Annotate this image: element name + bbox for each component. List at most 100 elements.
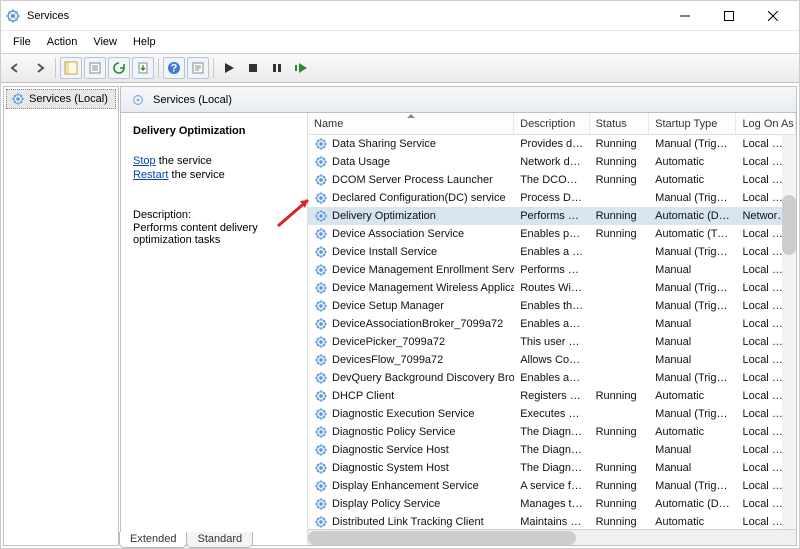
service-desc-cell: The Diagnos… [514, 444, 589, 456]
menubar: File Action View Help [1, 31, 799, 53]
table-row[interactable]: DCOM Server Process LauncherThe DCOML…Ru… [308, 171, 796, 189]
maximize-button[interactable] [707, 1, 751, 31]
column-log-on-as[interactable]: Log On As [736, 113, 796, 134]
table-row[interactable]: DeviceAssociationBroker_7099a72Enables a… [308, 315, 796, 333]
service-desc-cell: Process Decl… [514, 192, 589, 204]
horizontal-scrollbar[interactable] [308, 529, 796, 545]
gear-icon [314, 137, 328, 151]
table-row[interactable]: Device Setup ManagerEnables the …Manual … [308, 297, 796, 315]
refresh-button[interactable] [108, 57, 130, 79]
table-row[interactable]: Delivery OptimizationPerforms co…Running… [308, 207, 796, 225]
horizontal-scroll-thumb[interactable] [308, 531, 576, 545]
service-name-cell: Display Policy Service [308, 497, 514, 511]
service-startup-cell: Automatic [649, 174, 736, 186]
service-desc-cell: Executes dia… [514, 408, 589, 420]
service-status-cell: Running [590, 174, 650, 186]
restart-suffix: the service [168, 169, 224, 181]
table-row[interactable]: Device Association ServiceEnables pairi…… [308, 225, 796, 243]
sort-indicator-icon [407, 114, 415, 118]
table-row[interactable]: DevQuery Background Discovery BrokerEnab… [308, 369, 796, 387]
table-row[interactable]: Display Enhancement ServiceA service for… [308, 477, 796, 495]
service-desc-cell: Enables app… [514, 372, 589, 384]
minimize-button[interactable] [663, 1, 707, 31]
table-row[interactable]: Diagnostic Service HostThe Diagnos… Manua… [308, 441, 796, 459]
restart-link[interactable]: Restart [133, 169, 168, 181]
selected-service-name: Delivery Optimization [133, 125, 299, 137]
service-name-cell: DeviceAssociationBroker_7099a72 [308, 317, 514, 331]
properties-button[interactable] [84, 57, 106, 79]
forward-button[interactable] [29, 57, 51, 79]
table-row[interactable]: Distributed Link Tracking ClientMaintain… [308, 513, 796, 529]
services-list: Name Description Status Startup Type Log… [307, 113, 796, 545]
menu-file[interactable]: File [5, 34, 39, 50]
back-button[interactable] [5, 57, 27, 79]
service-startup-cell: Manual [649, 354, 736, 366]
tree-root-services-local[interactable]: Services (Local) [6, 89, 116, 109]
table-row[interactable]: Data UsageNetwork dat…RunningAutomaticLo… [308, 153, 796, 171]
window-title: Services [27, 10, 663, 22]
table-row[interactable]: Device Management Wireless Applicati…Rou… [308, 279, 796, 297]
service-name-cell: Device Install Service [308, 245, 514, 259]
tab-extended[interactable]: Extended [119, 532, 187, 548]
description-heading: Description: [133, 209, 299, 221]
table-row[interactable]: Diagnostic Policy ServiceThe Diagnos…Run… [308, 423, 796, 441]
service-name-cell: Device Association Service [308, 227, 514, 241]
service-status-cell: Running [590, 480, 650, 492]
stop-service-button[interactable] [242, 57, 264, 79]
tree-pane: Services (Local) [3, 86, 119, 546]
stop-link[interactable]: Stop [133, 155, 156, 167]
gear-icon [314, 281, 328, 295]
gear-icon [314, 515, 328, 529]
service-startup-cell: Manual (Trigg… [649, 372, 736, 384]
service-desc-cell: Registers an… [514, 390, 589, 402]
service-status-cell: Running [590, 462, 650, 474]
gear-icon [314, 425, 328, 439]
column-status[interactable]: Status [590, 113, 650, 134]
column-startup-type[interactable]: Startup Type [649, 113, 736, 134]
table-row[interactable]: Device Install ServiceEnables a co…Manua… [308, 243, 796, 261]
service-desc-cell: Enables a co… [514, 246, 589, 258]
service-name-cell: Diagnostic Service Host [308, 443, 514, 457]
service-startup-cell: Manual (Trigg… [649, 480, 736, 492]
table-row[interactable]: DevicesFlow_7099a72Allows Conn…ManualLoc… [308, 351, 796, 369]
service-status-cell: Running [590, 210, 650, 222]
table-row[interactable]: Diagnostic System HostThe Diagnos…Runnin… [308, 459, 796, 477]
table-row[interactable]: Display Policy ServiceManages th…Running… [308, 495, 796, 513]
service-desc-cell: A service for … [514, 480, 589, 492]
restart-service-button[interactable] [290, 57, 312, 79]
show-hide-tree-button[interactable] [60, 57, 82, 79]
menu-action[interactable]: Action [39, 34, 86, 50]
service-startup-cell: Manual [649, 444, 736, 456]
column-name[interactable]: Name [308, 113, 514, 134]
gear-icon [314, 245, 328, 259]
service-startup-cell: Automatic (Tri… [649, 228, 736, 240]
service-desc-cell: Performs co… [514, 210, 589, 222]
vertical-scrollbar[interactable] [782, 135, 796, 529]
properties-icon-button[interactable] [187, 57, 209, 79]
table-row[interactable]: DHCP ClientRegisters an…RunningAutomatic… [308, 387, 796, 405]
table-row[interactable]: Diagnostic Execution ServiceExecutes dia… [308, 405, 796, 423]
table-row[interactable]: Declared Configuration(DC) serviceProces… [308, 189, 796, 207]
vertical-scroll-thumb[interactable] [782, 195, 796, 255]
gear-icon [314, 461, 328, 475]
titlebar: Services [1, 1, 799, 31]
table-row[interactable]: DevicePicker_7099a72This user ser…Manual… [308, 333, 796, 351]
list-body[interactable]: Data Sharing ServiceProvides dat…Running… [308, 135, 796, 529]
close-button[interactable] [751, 1, 795, 31]
service-status-cell: Running [590, 390, 650, 402]
pause-service-button[interactable] [266, 57, 288, 79]
list-header: Name Description Status Startup Type Log… [308, 113, 796, 135]
export-button[interactable] [132, 57, 154, 79]
gear-icon [314, 299, 328, 313]
help-button[interactable]: ? [163, 57, 185, 79]
tab-standard[interactable]: Standard [186, 532, 253, 548]
service-desc-cell: The Diagnos… [514, 426, 589, 438]
gear-icon [314, 155, 328, 169]
menu-view[interactable]: View [85, 34, 125, 50]
column-description[interactable]: Description [514, 113, 589, 134]
menu-help[interactable]: Help [125, 34, 164, 50]
service-name-cell: DCOM Server Process Launcher [308, 173, 514, 187]
table-row[interactable]: Device Management Enrollment ServicePerf… [308, 261, 796, 279]
start-service-button[interactable] [218, 57, 240, 79]
table-row[interactable]: Data Sharing ServiceProvides dat…Running… [308, 135, 796, 153]
